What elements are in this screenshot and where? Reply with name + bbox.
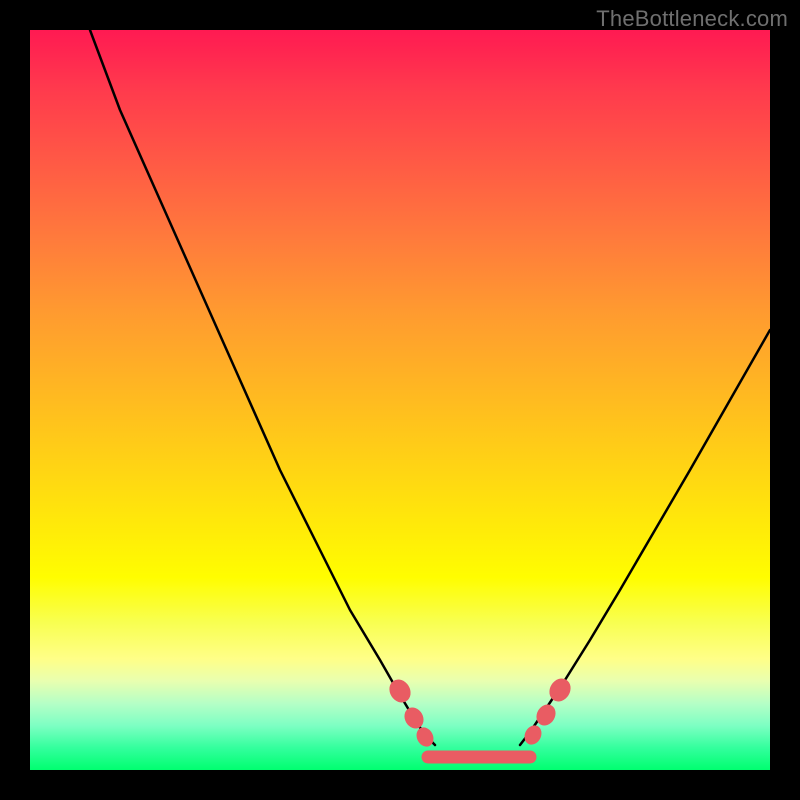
marker-left-dot-1	[385, 676, 415, 707]
series-left-branch	[90, 30, 435, 745]
plot-area	[30, 30, 770, 770]
marker-right-dot-2	[533, 701, 560, 729]
series-group	[90, 30, 770, 757]
chart-svg	[30, 30, 770, 770]
marker-right-dot-1	[521, 722, 545, 747]
chart-frame: TheBottleneck.com	[0, 0, 800, 800]
watermark-text: TheBottleneck.com	[596, 6, 788, 32]
marker-group	[385, 675, 575, 750]
